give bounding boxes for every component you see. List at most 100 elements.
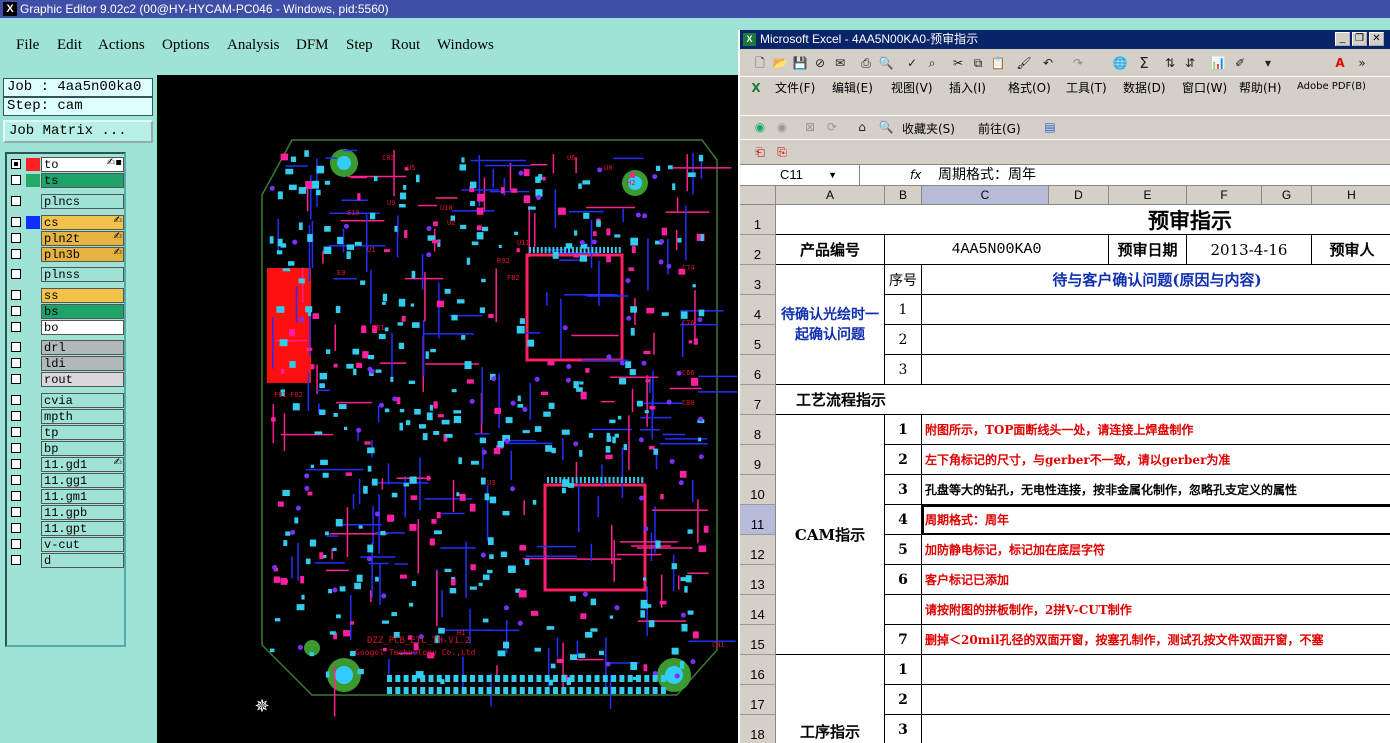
column-header-f[interactable]: F (1187, 186, 1262, 205)
email-icon[interactable]: ✉ (832, 55, 848, 71)
toolbar-options-icon[interactable]: » (1354, 55, 1370, 71)
process2-num-cell[interactable]: 3 (885, 715, 922, 743)
layer-row-ss[interactable]: ss (7, 288, 124, 303)
row-header-17[interactable]: 17 (740, 685, 776, 715)
layer-checkbox[interactable] (11, 322, 21, 332)
cam-item-cell[interactable]: 附图所示，TOP面断线头一处，请连接上焊盘制作 (922, 415, 1390, 445)
menu-help-cn[interactable]: 帮助(H) (1239, 79, 1281, 96)
hyperlink-icon[interactable]: 🌐 (1112, 55, 1128, 71)
zoom-dropdown-icon[interactable]: ▾ (1260, 55, 1276, 71)
layer-name[interactable]: ss (41, 288, 124, 303)
name-box-dropdown-icon[interactable]: ▼ (828, 165, 837, 185)
redo-icon[interactable]: ↷ (1070, 55, 1086, 71)
layer-row-cvia[interactable]: cvia (7, 393, 124, 408)
row-header-11[interactable]: 11 (740, 505, 776, 535)
cam-num-cell[interactable]: 2 (885, 445, 922, 475)
layer-row-mpth[interactable]: mpth (7, 409, 124, 424)
layer-row-11-gpt[interactable]: 11.gpt (7, 521, 124, 536)
layer-checkbox[interactable] (11, 358, 21, 368)
layer-checkbox[interactable] (11, 269, 21, 279)
menu-options[interactable]: Options (162, 37, 210, 54)
cam-num-cell[interactable]: 4 (885, 505, 922, 535)
cam-num-cell[interactable]: 1 (885, 415, 922, 445)
process2-content-cell[interactable] (922, 685, 1390, 715)
cam-num-cell[interactable]: 5 (885, 535, 922, 565)
menu-insert-cn[interactable]: 插入(I) (949, 79, 986, 96)
print-preview-icon[interactable]: 🔍 (878, 55, 894, 71)
formula-content[interactable]: 周期格式：周年 (938, 165, 1036, 185)
layer-name[interactable]: ts (41, 173, 124, 188)
save-icon[interactable]: 💾 (792, 55, 808, 71)
row-header-6[interactable]: 6 (740, 355, 776, 385)
layer-name[interactable]: plnss (41, 267, 124, 282)
cam-num-cell[interactable]: 6 (885, 565, 922, 595)
process2-content-cell[interactable] (922, 655, 1390, 685)
minimize-button[interactable]: _ (1335, 32, 1350, 46)
layer-row-pln3b[interactable]: pln3b ✍ (7, 247, 124, 262)
menu-format-cn[interactable]: 格式(O) (1008, 79, 1051, 96)
forward-icon[interactable]: ◉ (774, 119, 790, 135)
reviewer-label-cell[interactable]: 预审人 (1312, 235, 1390, 265)
layer-name[interactable]: mpth (41, 409, 124, 424)
layer-row-bs[interactable]: bs (7, 304, 124, 319)
row-header-8[interactable]: 8 (740, 415, 776, 445)
cam-item-cell[interactable]: 客户标记已添加 (922, 565, 1390, 595)
spelling-icon[interactable]: ✓ (904, 55, 920, 71)
layer-checkbox[interactable] (11, 459, 21, 469)
row-header-4[interactable]: 4 (740, 295, 776, 325)
confirm-content-cell[interactable] (922, 325, 1390, 355)
layer-checkbox[interactable] (11, 475, 21, 485)
layer-row-bo[interactable]: bo (7, 320, 124, 335)
pdf-convert-icon[interactable]: ⎗ (752, 144, 768, 160)
process2-num-cell[interactable]: 2 (885, 685, 922, 715)
cam-num-cell[interactable]: 3 (885, 475, 922, 505)
product-no-cell[interactable]: 4AA5N00KA0 (885, 235, 1109, 265)
autosum-icon[interactable]: Σ (1136, 55, 1152, 71)
layer-row-11-gm1[interactable]: 11.gm1 (7, 489, 124, 504)
layer-checkbox[interactable] (11, 306, 21, 316)
name-box[interactable]: C11 ▼ (740, 165, 860, 185)
layer-name[interactable]: pln3b (41, 247, 124, 262)
permission-icon[interactable]: ⊘ (812, 55, 828, 71)
column-header-h[interactable]: H (1312, 186, 1390, 205)
drawing-icon[interactable]: ✐ (1232, 55, 1248, 71)
layer-name[interactable]: pln2t (41, 231, 124, 246)
fx-icon[interactable]: fx (910, 165, 921, 185)
layer-name[interactable]: rout (41, 372, 124, 387)
layer-checkbox[interactable] (11, 507, 21, 517)
font-color-icon[interactable]: A (1332, 55, 1348, 71)
cam-item-cell[interactable]: 孔盘等大的钻孔，无电性连接，按非金属化制作，忽略孔支定义的属性 (922, 475, 1390, 505)
layer-row-tp[interactable]: tp (7, 425, 124, 440)
row-header-3[interactable]: 3 (740, 265, 776, 295)
menu-adobe-pdf[interactable]: Adobe PDF(B) (1297, 81, 1366, 92)
process-label-cell[interactable]: 工艺流程指示 (776, 385, 1390, 415)
row-header-1[interactable]: 1 (740, 205, 776, 235)
layer-name[interactable]: bp (41, 441, 124, 456)
select-all-corner[interactable] (740, 186, 776, 205)
menu-windows[interactable]: Windows (437, 37, 494, 54)
undo-icon[interactable]: ↶ (1040, 55, 1056, 71)
layer-row-d[interactable]: d (7, 553, 124, 568)
column-header-a[interactable]: A (776, 186, 885, 205)
row-header-5[interactable]: 5 (740, 325, 776, 355)
row-header-9[interactable]: 9 (740, 445, 776, 475)
layer-row-ldi[interactable]: ldi (7, 356, 124, 371)
refresh-icon[interactable]: ⟳ (824, 119, 840, 135)
confirm-content-cell[interactable] (922, 355, 1390, 385)
print-icon[interactable]: ⎙ (858, 55, 874, 71)
layer-row-rout[interactable]: rout (7, 372, 124, 387)
column-header-g[interactable]: G (1262, 186, 1312, 205)
layer-checkbox[interactable] (11, 249, 21, 259)
layer-row-ts[interactable]: ts (7, 173, 124, 188)
confirm-num-cell[interactable]: 2 (885, 325, 922, 355)
cam-item-cell[interactable]: 删掉＜20mil孔径的双面开窗，按塞孔制作，测试孔按文件双面开窗，不塞 (922, 625, 1390, 655)
menu-dfm[interactable]: DFM (296, 37, 329, 54)
menu-file[interactable]: File (16, 37, 39, 54)
close-button[interactable]: ✕ (1369, 32, 1384, 46)
layer-row-11-gpb[interactable]: 11.gpb (7, 505, 124, 520)
layer-checkbox[interactable] (11, 159, 21, 169)
cam-item-cell[interactable]: 周期格式：周年 (922, 505, 1390, 535)
menu-analysis[interactable]: Analysis (227, 37, 280, 54)
layer-checkbox[interactable] (11, 374, 21, 384)
menu-rout[interactable]: Rout (391, 37, 420, 54)
